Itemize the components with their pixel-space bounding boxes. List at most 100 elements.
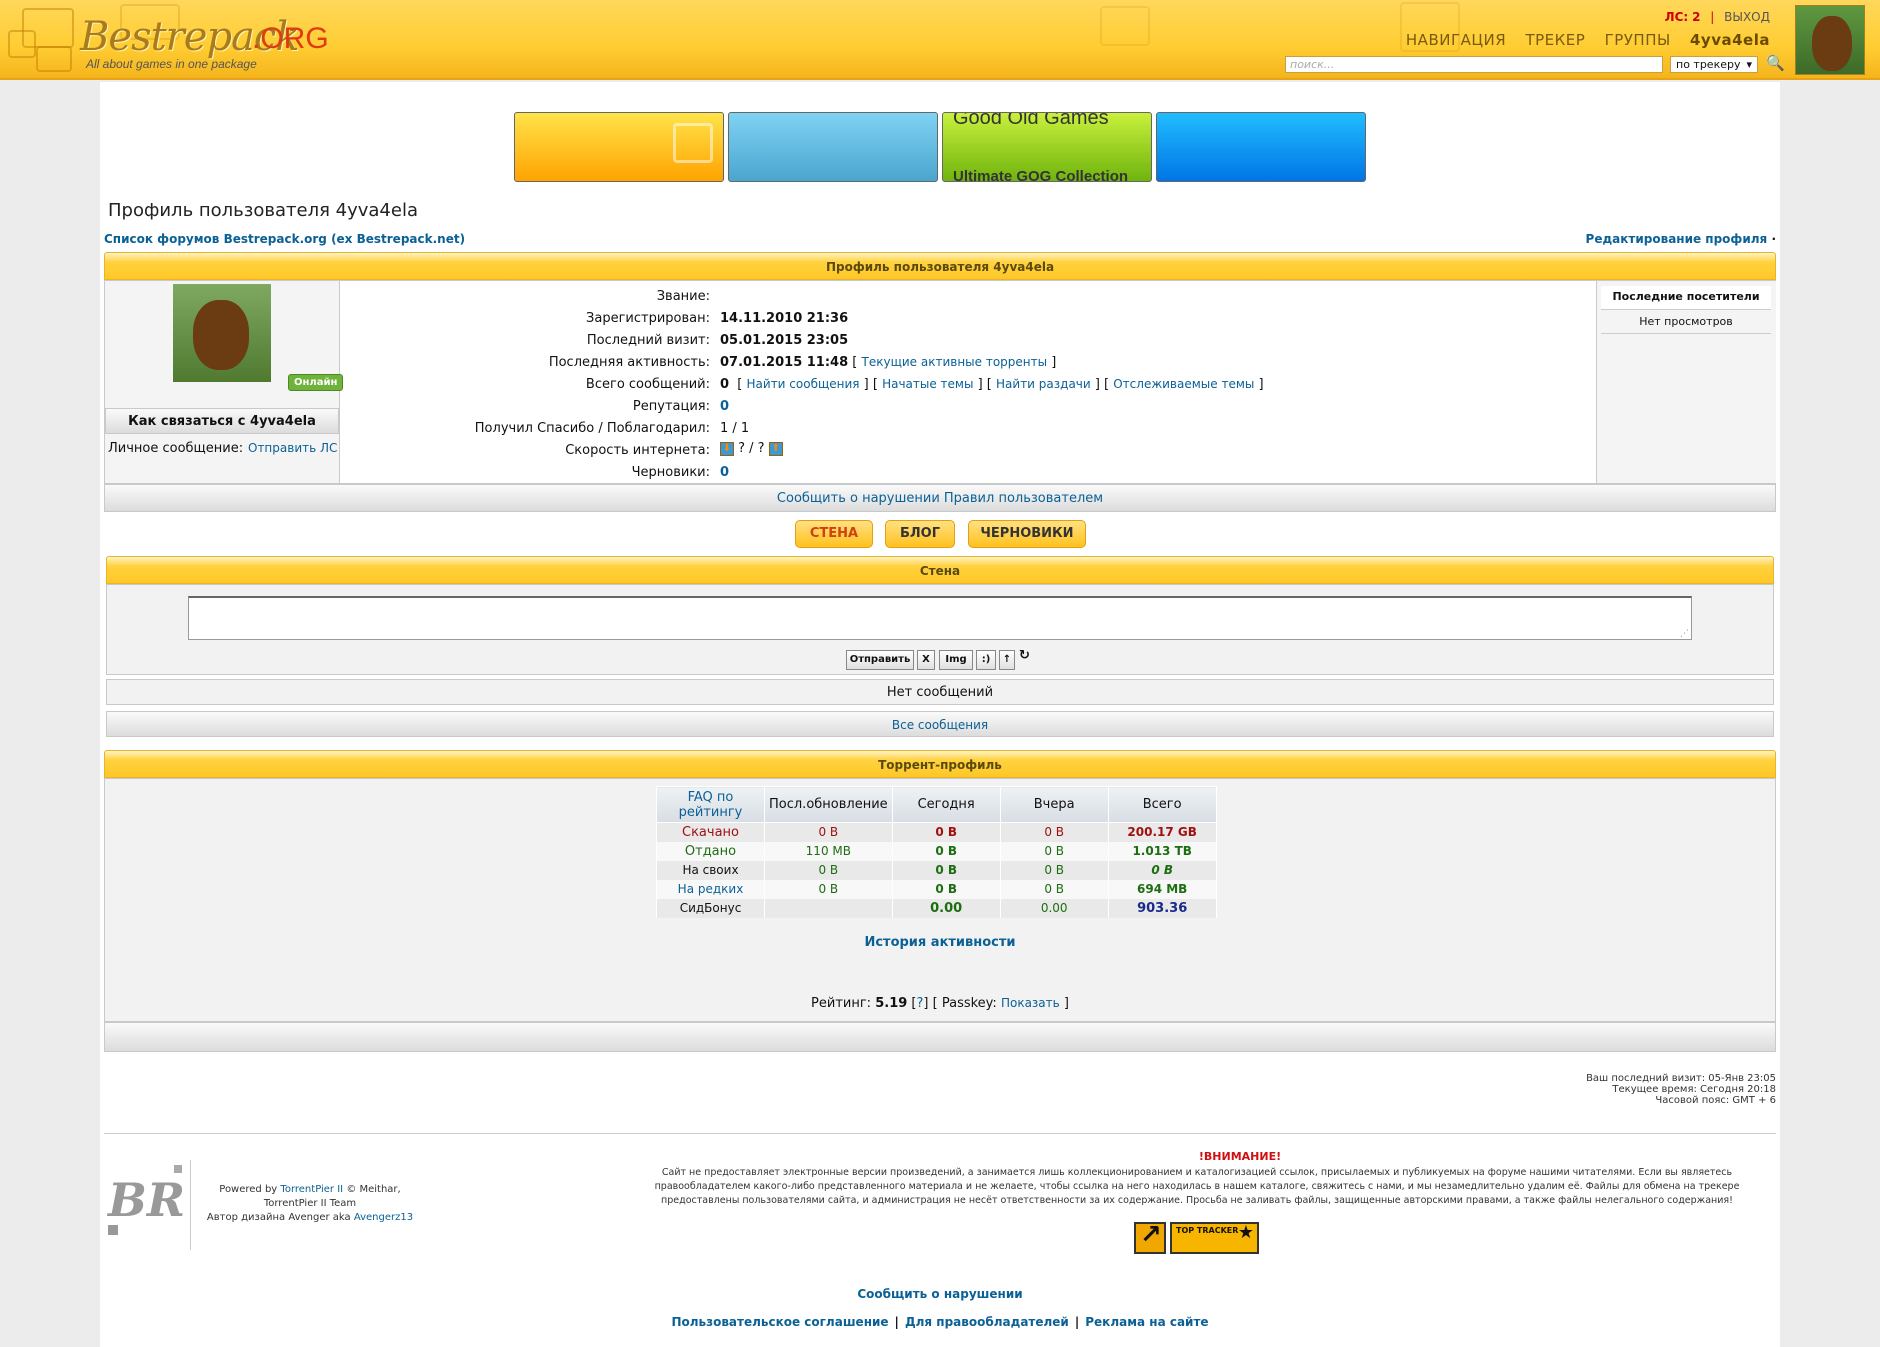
- design-author-link[interactable]: Avengerz13: [354, 1212, 413, 1223]
- nav-navigation[interactable]: НАВИГАЦИЯ: [1406, 31, 1506, 49]
- header-avatar[interactable]: [1795, 5, 1865, 75]
- speed-value: ? / ?: [738, 441, 765, 456]
- cell: 0 B: [891, 841, 1001, 861]
- last-visit-label: Последний визит:: [586, 333, 710, 348]
- registered-value: 14.11.2010 21:36: [720, 311, 849, 326]
- drafts-value[interactable]: 0: [720, 465, 729, 480]
- cell: [764, 898, 893, 918]
- separator: |: [1710, 10, 1715, 24]
- banner-2[interactable]: [728, 112, 938, 182]
- report-user-link[interactable]: Сообщить о нарушении Правил пользователе…: [104, 484, 1776, 512]
- breadcrumb[interactable]: Список форумов Bestrepack.org (ex Bestre…: [104, 232, 465, 246]
- contact-header: Как связаться с 4yva4ela: [105, 408, 339, 434]
- rating-label: Рейтинг:: [811, 996, 872, 1011]
- drafts-label: Черновики:: [631, 465, 710, 480]
- profile-header-bar: Профиль пользователя 4yva4ela: [104, 252, 1776, 280]
- table-row: СидБонус 0.00 0.00 903.36: [656, 898, 1217, 918]
- col-yesterday: Вчера: [999, 786, 1109, 823]
- logout-link[interactable]: ВЫХОД: [1724, 10, 1770, 24]
- powered-by: Powered by TorrentPier II © Meithar, Tor…: [205, 1183, 415, 1225]
- footer-links: Пользовательское соглашение | Для правообл…: [671, 1315, 1209, 1329]
- activity-history-link[interactable]: История активности: [104, 935, 1776, 950]
- report-violation-link[interactable]: Сообщить о нарушении: [104, 1287, 1776, 1301]
- last-activity-label: Последняя активность:: [548, 355, 710, 370]
- table-row: Отдано 110 MB 0 B 0 B 1.013 TB: [656, 841, 1217, 861]
- refresh-icon[interactable]: ↻: [1019, 648, 1030, 663]
- search-input[interactable]: поиск...: [1285, 56, 1663, 73]
- faq-rating-link[interactable]: FAQ по рейтингу: [679, 790, 743, 820]
- rare-link[interactable]: На редких: [678, 882, 744, 896]
- banner-gog-subtitle: Ultimate GOG Collection: [953, 168, 1129, 182]
- resize-grip-icon[interactable]: ⋰: [1680, 629, 1689, 639]
- passkey-show-link[interactable]: Показать: [1001, 996, 1060, 1010]
- rightholders-link[interactable]: Для правообладателей: [905, 1315, 1069, 1329]
- posts-row: 0 [ Найти сообщения ] [ Начатые темы ] […: [720, 377, 1264, 392]
- rank-label: Звание:: [656, 289, 710, 304]
- user-agreement-link[interactable]: Пользовательское соглашение: [671, 1315, 888, 1329]
- row-label-link[interactable]: На редких: [656, 879, 765, 899]
- all-messages-link[interactable]: Все сообщения: [106, 711, 1774, 737]
- cell: 0 B: [891, 860, 1001, 880]
- cell: 903.36: [1107, 898, 1217, 918]
- logo-square: [174, 1165, 182, 1173]
- nav-groups[interactable]: ГРУППЫ: [1605, 31, 1671, 49]
- nav-tracker[interactable]: ТРЕКЕР: [1525, 31, 1585, 49]
- cell: 0 B: [764, 860, 893, 880]
- speed-row: ⬇ ? / ? ⬆: [720, 441, 783, 456]
- active-torrents-link[interactable]: Текущие активные торренты: [862, 355, 1048, 369]
- counter-badge-arrow[interactable]: [1134, 1220, 1166, 1254]
- logo-square: [108, 1225, 118, 1235]
- warning-title: !ВНИМАНИЕ!: [1198, 1150, 1282, 1163]
- send-pm-link[interactable]: Отправить ЛС: [248, 441, 337, 455]
- edit-profile-link[interactable]: Редактирование профиля: [1586, 232, 1768, 246]
- table-row: На своих 0 B 0 B 0 B 0 B: [656, 860, 1217, 880]
- reputation-value[interactable]: 0: [720, 399, 729, 414]
- last-visit-value: 05.01.2015 23:05: [720, 333, 849, 348]
- site-tagline: All about games in one package: [86, 57, 257, 71]
- rating-row: Рейтинг: 5.19 [?] [ Passkey: Показать ]: [811, 996, 1069, 1011]
- clear-button[interactable]: X: [917, 650, 935, 670]
- cell: 0 B: [764, 879, 893, 899]
- up-button[interactable]: ↑: [999, 650, 1015, 670]
- torrentpier-link[interactable]: TorrentPier II: [280, 1184, 343, 1195]
- send-button[interactable]: Отправить: [846, 650, 914, 670]
- footer-vertical-divider: [190, 1160, 191, 1250]
- current-time-info: Текущее время: Сегодня 20:18: [1612, 1084, 1776, 1095]
- upload-speed-icon: ⬆: [768, 441, 783, 456]
- search-scope-select[interactable]: по трекеру: [1670, 56, 1758, 73]
- last-visit-info: Ваш последний визит: 05-Янв 23:05: [1586, 1073, 1776, 1084]
- bear-avatar-shape: [1812, 16, 1852, 71]
- last-activity-value: 07.01.2015 11:48: [720, 355, 849, 370]
- wall-message-textarea[interactable]: ⋰: [188, 596, 1692, 640]
- tab-drafts[interactable]: ЧЕРНОВИКИ: [968, 520, 1086, 548]
- torrent-profile-footer: [104, 1022, 1776, 1052]
- design-author-text: Автор дизайна Avenger aka: [206, 1212, 351, 1223]
- banner-1[interactable]: [514, 112, 724, 182]
- cell: 1.013 TB: [1107, 841, 1217, 861]
- started-topics-link[interactable]: Начатые темы: [882, 377, 973, 391]
- watched-topics-link[interactable]: Отслеживаемые темы: [1113, 377, 1254, 391]
- find-releases-link[interactable]: Найти раздачи: [996, 377, 1091, 391]
- pm-label: ЛС:: [1664, 10, 1689, 24]
- tab-wall[interactable]: СТЕНА: [795, 520, 873, 548]
- banner-gog[interactable]: Good Old Games Ultimate GOG Collection: [942, 112, 1152, 182]
- top-tracker-badge[interactable]: TOP TRACKER ★: [1170, 1222, 1259, 1254]
- find-posts-link[interactable]: Найти сообщения: [747, 377, 860, 391]
- site-logo-org: .ORG: [252, 22, 329, 55]
- img-button[interactable]: Img: [939, 650, 973, 670]
- nav-username[interactable]: 4yva4ela: [1690, 31, 1770, 49]
- smiley-button[interactable]: :): [976, 650, 996, 670]
- page-title: Профиль пользователя 4yva4ela: [108, 200, 418, 221]
- banner-4[interactable]: [1156, 112, 1366, 182]
- search-icon[interactable]: 🔍: [1766, 54, 1785, 72]
- pm-link[interactable]: ЛС: 2: [1665, 10, 1701, 24]
- advertising-link[interactable]: Реклама на сайте: [1085, 1315, 1208, 1329]
- posts-label: Всего сообщений:: [585, 377, 710, 392]
- profile-avatar: [173, 284, 271, 382]
- reputation-label: Репутация:: [632, 399, 710, 414]
- tab-blog[interactable]: БЛОГ: [885, 520, 955, 548]
- logo-square: [36, 46, 72, 72]
- timezone-info: Часовой пояс: GMT + 6: [1655, 1095, 1776, 1106]
- rating-help-link[interactable]: ?: [917, 996, 924, 1011]
- row-label: Скачано: [656, 822, 765, 842]
